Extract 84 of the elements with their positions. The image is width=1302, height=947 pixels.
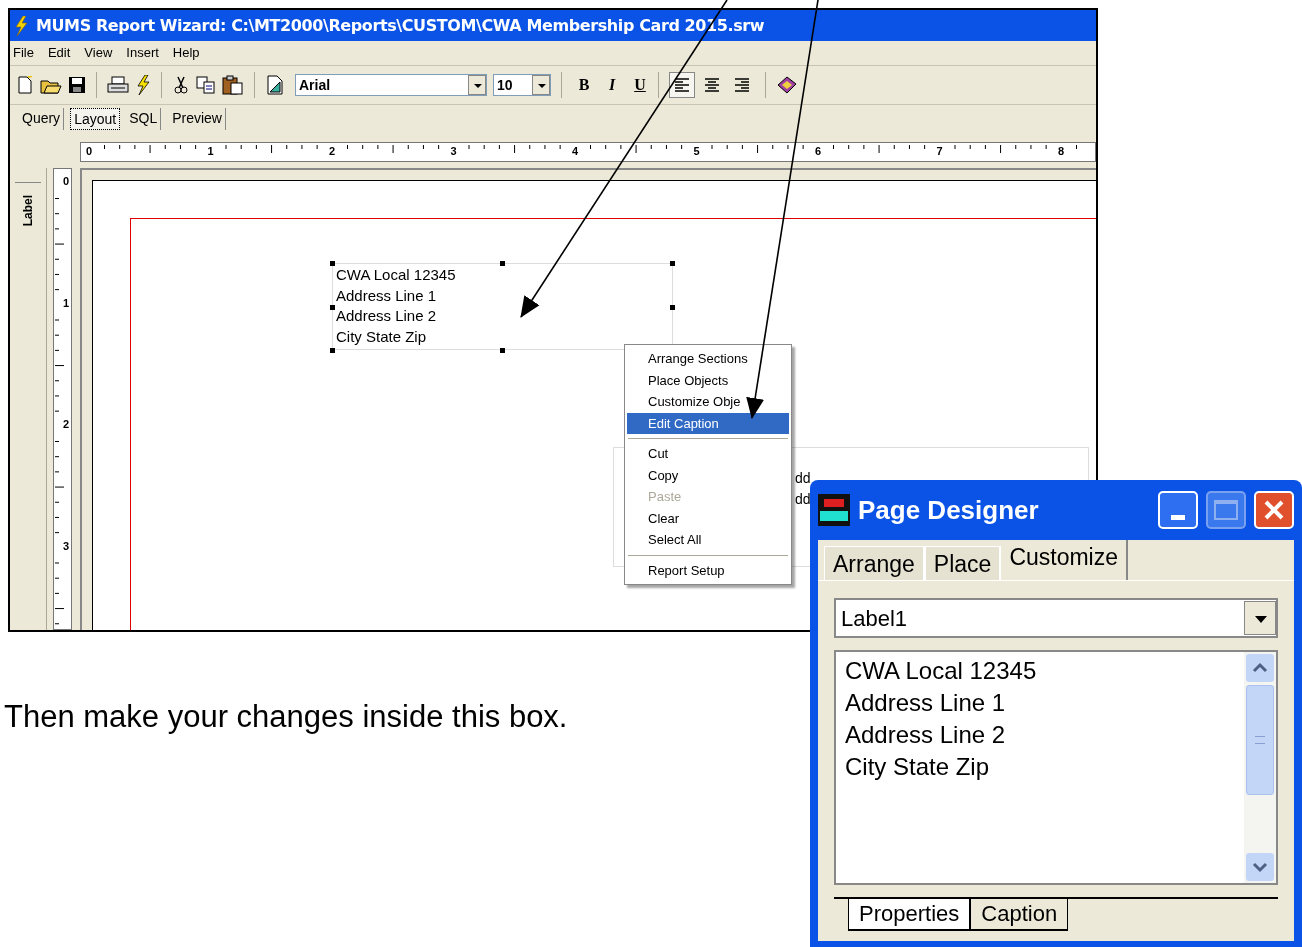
align-left-icon: [673, 76, 691, 94]
ruler-number: 2: [62, 418, 69, 430]
copy-icon[interactable]: [196, 76, 216, 94]
ruler-number: 1: [207, 145, 214, 157]
caption-line: City State Zip: [845, 752, 991, 782]
caption-line: Address Line 2: [845, 720, 1007, 750]
font-dropdown[interactable]: Arial: [295, 74, 487, 96]
scroll-down-icon[interactable]: [1246, 853, 1274, 881]
caption-line: CWA Local 12345: [845, 656, 1038, 686]
caption-line: Address Line 1: [845, 688, 1007, 718]
clipboard-icon[interactable]: [222, 75, 244, 95]
label-text: dd: [795, 489, 811, 509]
tab[interactable]: Layout: [70, 107, 121, 130]
ruler-number: 6: [815, 145, 822, 157]
resize-handle[interactable]: [330, 305, 335, 310]
italic-button[interactable]: I: [604, 73, 620, 97]
menu-item[interactable]: Report Setup: [627, 559, 789, 581]
tab[interactable]: Arrange: [824, 546, 925, 580]
label-object[interactable]: CWA Local 12345 Address Line 1 Address Line 2 City State Zip: [332, 263, 673, 350]
tab[interactable]: Query: [19, 107, 65, 130]
tab[interactable]: Place: [924, 546, 1002, 580]
scroll-thumb[interactable]: [1246, 685, 1274, 795]
menu-item[interactable]: Arrange Sections: [627, 348, 789, 370]
ruler-number: 2: [329, 145, 336, 157]
resize-handle[interactable]: [670, 261, 675, 266]
scroll-up-icon[interactable]: [1246, 654, 1274, 682]
font-size-dropdown[interactable]: 10: [493, 74, 551, 96]
resize-handle[interactable]: [500, 261, 505, 266]
label-text: City State Zip: [336, 326, 427, 347]
lightning-icon[interactable]: [135, 75, 151, 95]
menu-item[interactable]: Help: [172, 43, 200, 63]
bold-button[interactable]: B: [576, 73, 592, 97]
page-setup-icon[interactable]: [265, 75, 285, 95]
tab[interactable]: Properties: [848, 899, 971, 931]
resize-handle[interactable]: [330, 348, 335, 353]
ruler-number: 3: [62, 539, 69, 552]
menu-item[interactable]: Select All: [627, 529, 789, 551]
menu-item[interactable]: Edit Caption: [627, 412, 789, 434]
lightning-icon: [14, 15, 28, 36]
menu-item[interactable]: Clear: [627, 507, 789, 529]
menu-item[interactable]: Insert: [126, 43, 159, 63]
ruler-number: 4: [572, 145, 579, 157]
ruler-number: 0: [62, 175, 69, 187]
tab[interactable]: Preview: [169, 107, 226, 130]
close-button[interactable]: [1254, 491, 1294, 529]
menu-item[interactable]: View: [84, 43, 113, 63]
menu-item[interactable]: Place Objects: [627, 369, 789, 391]
resize-handle[interactable]: [670, 305, 675, 310]
menu-item[interactable]: Cut: [627, 443, 789, 465]
menu-item[interactable]: Copy: [627, 464, 789, 486]
ruler-number: 0: [86, 145, 93, 157]
align-center-icon: [703, 76, 721, 94]
label-text: Address Line 1: [336, 285, 437, 306]
scrollbar[interactable]: [1244, 652, 1276, 883]
instruction-text: Then make your changes inside this box.: [4, 698, 568, 736]
menu-item[interactable]: File: [13, 43, 34, 63]
ruler-number: 1: [62, 296, 69, 309]
tab[interactable]: SQL: [126, 107, 162, 130]
label-text: CWA Local 12345: [336, 265, 456, 285]
printer-icon[interactable]: [107, 76, 129, 94]
ruler-number: 8: [1058, 145, 1065, 157]
menu-item[interactable]: Customize Obje: [627, 391, 789, 413]
underline-button[interactable]: U: [632, 73, 648, 97]
resize-handle[interactable]: [330, 261, 335, 266]
section-label: Label: [20, 195, 36, 227]
minimize-button[interactable]: [1158, 491, 1198, 529]
save-icon[interactable]: [68, 76, 86, 94]
caption-editor[interactable]: CWA Local 12345 Address Line 1 Address Line 2 City State Zip: [834, 650, 1278, 885]
ruler-number: 3: [450, 145, 457, 157]
new-file-icon[interactable]: [16, 76, 34, 94]
app-icon: [818, 494, 850, 526]
object-dropdown[interactable]: Label1: [834, 598, 1278, 638]
ruler-number: 5: [693, 145, 700, 157]
align-right-icon: [733, 76, 751, 94]
menu-item[interactable]: Edit: [47, 43, 71, 63]
label-text: dd: [795, 469, 811, 488]
resize-handle[interactable]: [500, 348, 505, 353]
window-title: Page Designer: [858, 493, 1039, 527]
scissors-icon[interactable]: [172, 76, 190, 94]
ruler-number: 7: [936, 145, 943, 157]
close-icon: [1263, 499, 1285, 521]
label-text: Address Line 2: [336, 306, 437, 326]
align-left-button[interactable]: [669, 72, 695, 98]
tab[interactable]: Caption: [970, 899, 1069, 931]
